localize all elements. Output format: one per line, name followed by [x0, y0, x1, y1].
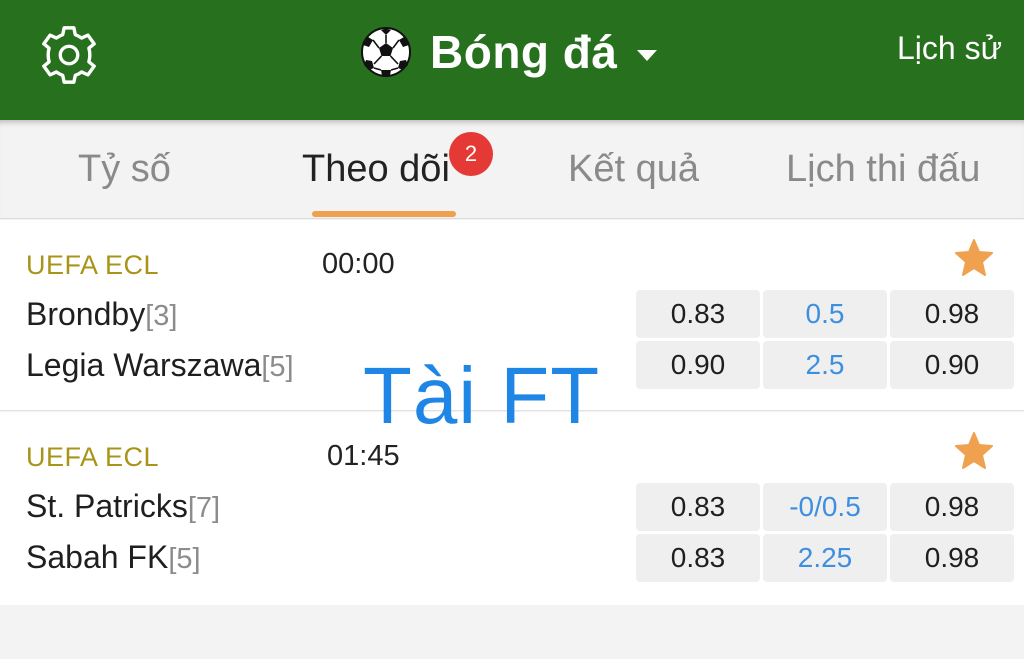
history-link[interactable]: Lịch sử — [897, 30, 1002, 67]
tab-scores[interactable]: Tỷ số — [78, 148, 171, 191]
match-time: 01:45 — [327, 440, 400, 472]
home-team: St. Patricks[7] — [26, 488, 220, 525]
home-team: Brondby[3] — [26, 296, 177, 333]
caret-down-icon — [637, 49, 658, 61]
tab-fixtures[interactable]: Lịch thi đấu — [786, 148, 980, 191]
odds-cell[interactable]: 0.90 — [890, 341, 1014, 389]
handicap-cell[interactable]: 2.25 — [763, 534, 887, 582]
team-rank: [3] — [145, 300, 178, 332]
star-icon[interactable] — [954, 431, 994, 471]
league-name: UEFA ECL — [26, 442, 160, 472]
odds-cell[interactable]: 0.98 — [890, 534, 1014, 582]
odds-cell[interactable]: 0.83 — [636, 534, 760, 582]
gear-icon[interactable] — [38, 24, 100, 86]
overlay-annotation: Tài FT — [363, 351, 601, 440]
odds-cell[interactable]: 0.98 — [890, 483, 1014, 531]
tab-following[interactable]: Theo dõi — [302, 148, 450, 191]
tab-results[interactable]: Kết quả — [568, 148, 699, 191]
sport-selector[interactable]: Bóng đá — [360, 22, 658, 82]
handicap-cell[interactable]: -0/0.5 — [763, 483, 887, 531]
soccer-ball-icon — [361, 27, 411, 77]
team-rank: [5] — [261, 351, 294, 383]
odds-cell[interactable]: 0.98 — [890, 290, 1014, 338]
away-team: Sabah FK[5] — [26, 539, 201, 576]
team-rank: [5] — [168, 543, 201, 575]
team-name: Brondby — [26, 296, 146, 332]
odds-cell[interactable]: 0.83 — [636, 290, 760, 338]
app-title: Bóng đá — [430, 26, 618, 78]
following-count-badge: 2 — [449, 132, 493, 176]
team-name: Legia Warszawa — [26, 347, 262, 383]
match-time: 00:00 — [322, 248, 395, 280]
handicap-cell[interactable]: 0.5 — [763, 290, 887, 338]
team-rank: [7] — [187, 492, 221, 524]
star-icon[interactable] — [954, 238, 994, 278]
odds-cell[interactable]: 0.83 — [636, 483, 760, 531]
team-name: St. Patricks — [26, 488, 188, 524]
league-name: UEFA ECL — [26, 250, 160, 280]
odds-cell[interactable]: 0.90 — [636, 341, 760, 389]
app-header: Bóng đá Lịch sử — [0, 0, 1024, 120]
team-name: Sabah FK — [26, 539, 169, 575]
active-tab-indicator — [312, 211, 456, 217]
away-team: Legia Warszawa[5] — [26, 347, 294, 384]
handicap-cell[interactable]: 2.5 — [763, 341, 887, 389]
tab-bar: Tỷ số Theo dõi Kết quả Lịch thi đấu — [0, 120, 1024, 219]
